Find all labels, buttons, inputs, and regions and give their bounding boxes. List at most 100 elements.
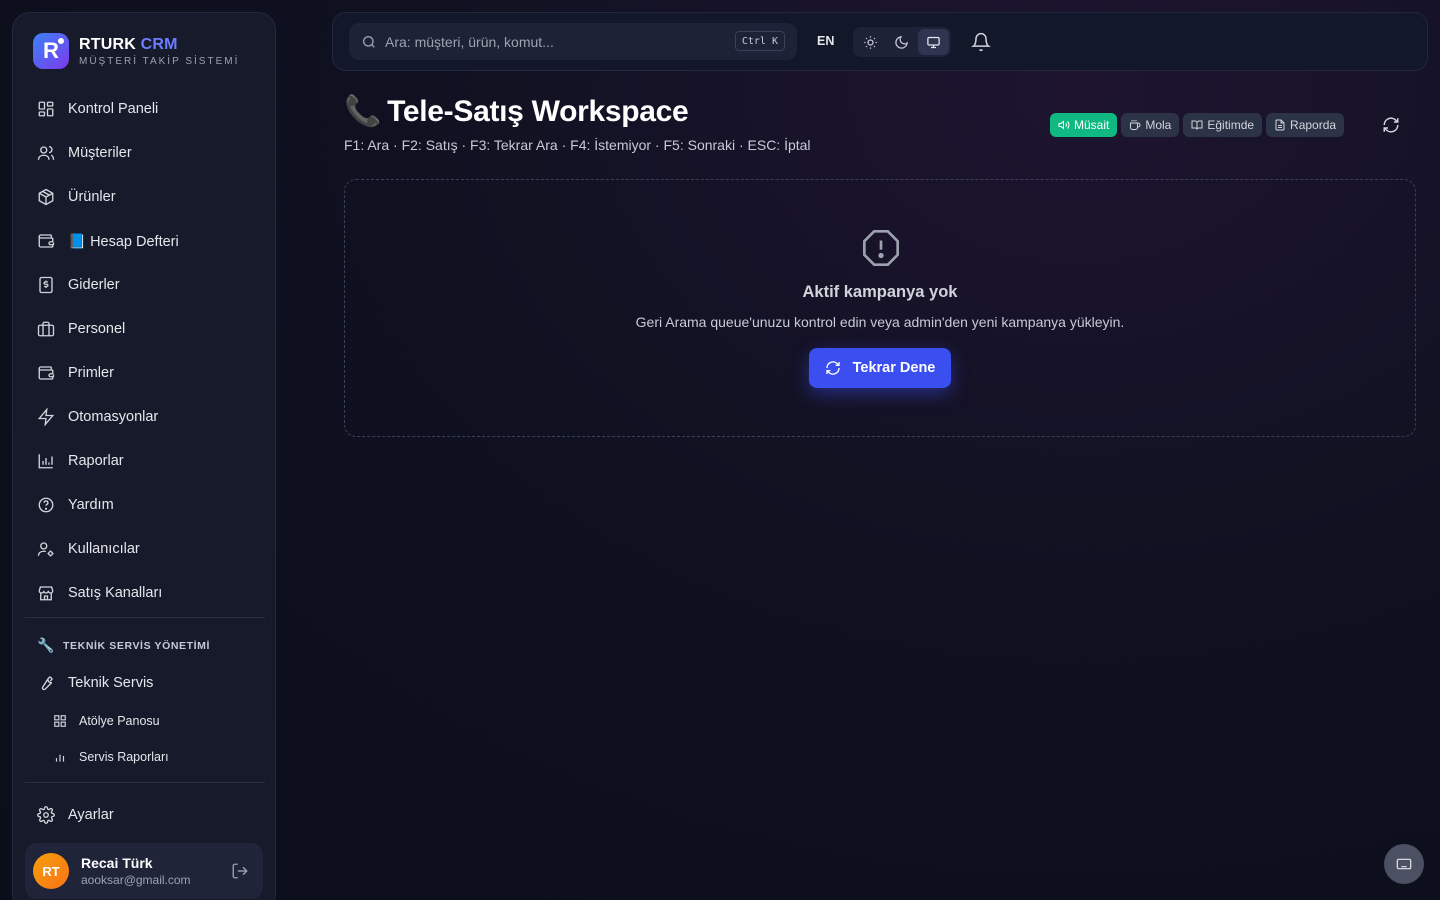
search-icon	[363, 35, 375, 48]
empty-state-title: Aktif kampanya yok	[802, 283, 958, 301]
user-email: aooksar@gmail.com	[81, 873, 191, 887]
brand-name-accent: CRM	[140, 35, 178, 53]
search-box[interactable]: Ctrl K	[349, 23, 797, 60]
sidebar-item-label: Kullanıcılar	[68, 541, 140, 557]
search-shortcut: Ctrl K	[734, 31, 785, 51]
sidebar-item-label: Yardım	[68, 497, 114, 513]
status-raporda-button[interactable]: Raporda	[1266, 113, 1345, 137]
sidebar-item-label: Kontrol Paneli	[68, 101, 159, 117]
sidebar-item-atolye-panosu[interactable]: Atölye Panosu	[25, 703, 265, 739]
sidebar-item-label: Primler	[68, 365, 114, 381]
grid-icon	[54, 715, 66, 727]
status-group: Müsait Mola Eğitimde Raporda	[1050, 113, 1348, 137]
refresh-icon[interactable]	[1382, 116, 1400, 134]
avatar: RT	[33, 853, 69, 889]
sidebar-item-label: Müşteriler	[68, 145, 132, 161]
receipt-icon	[39, 276, 53, 294]
logout-icon[interactable]	[231, 862, 249, 880]
wallet-icon	[38, 366, 55, 380]
theme-dark-button[interactable]	[886, 29, 917, 55]
help-icon	[38, 497, 54, 513]
bell-icon[interactable]	[971, 32, 991, 52]
user-card[interactable]: RT Recai Türk aooksar@gmail.com	[25, 843, 263, 899]
sidebar-divider	[25, 617, 265, 618]
wallet-icon	[38, 234, 55, 248]
status-label: Müsait	[1074, 118, 1110, 132]
retry-button[interactable]: Tekrar Dene	[809, 348, 951, 388]
status-label: Eğitimde	[1207, 118, 1255, 132]
alert-octagon-icon	[863, 230, 899, 266]
bar-chart-icon	[55, 754, 65, 762]
status-label: Raporda	[1290, 118, 1337, 132]
search-input[interactable]	[385, 33, 725, 50]
sidebar-item-urunler[interactable]: Ürünler	[25, 175, 265, 219]
lightning-icon	[37, 408, 55, 426]
brand-name: RTURK CRM	[79, 36, 239, 54]
dashboard-icon	[38, 101, 54, 117]
sidebar-item-kullanicilar[interactable]: Kullanıcılar	[25, 527, 265, 571]
sidebar-item-label: Raporlar	[68, 453, 124, 469]
coffee-icon	[1130, 120, 1141, 130]
brand[interactable]: R RTURK CRM MÜŞTERİ TAKİP SİSTEMİ	[33, 33, 239, 69]
sidebar-item-label: Ürünler	[68, 189, 116, 205]
brand-subtitle: MÜŞTERİ TAKİP SİSTEMİ	[79, 55, 240, 67]
theme-light-button[interactable]	[855, 29, 886, 55]
section-title-text: TEKNİK SERVİS YÖNETİMİ	[63, 639, 211, 652]
store-icon	[38, 586, 54, 601]
sidebar-item-otomasyonlar[interactable]: Otomasyonlar	[25, 395, 265, 439]
sidebar-item-personel[interactable]: Personel	[25, 307, 265, 351]
briefcase-icon	[37, 321, 55, 337]
theme-switcher	[853, 27, 951, 57]
sidebar-item-yardim[interactable]: Yardım	[25, 483, 265, 527]
sidebar-item-label: Satış Kanalları	[68, 585, 163, 601]
empty-state-description: Geri Arama queue'unuzu kontrol edin veya…	[635, 314, 1125, 330]
status-mola-button[interactable]: Mola	[1121, 113, 1180, 137]
moon-icon	[895, 35, 909, 49]
brand-logo: R	[33, 33, 69, 69]
sidebar-item-label: Personel	[68, 321, 126, 337]
brand-logo-letter: R	[43, 38, 59, 63]
keyboard-shortcuts: F1: Ara · F2: Satış · F3: Tekrar Ara · F…	[344, 137, 811, 153]
sidebar-sub-nav: Atölye Panosu Servis Raporları	[25, 703, 265, 775]
user-cog-icon	[37, 542, 54, 557]
monitor-icon	[927, 36, 940, 48]
status-musait-button[interactable]: Müsait	[1050, 113, 1118, 137]
chart-icon	[38, 454, 53, 469]
sidebar-settings: Ayarlar	[25, 793, 265, 837]
sidebar-item-raporlar[interactable]: Raporlar	[25, 439, 265, 483]
users-icon	[37, 145, 55, 160]
retry-button-label: Tekrar Dene	[852, 360, 936, 376]
wrench-icon: 🔧	[37, 637, 56, 653]
user-name: Recai Türk	[81, 855, 153, 871]
topbar: Ctrl K EN	[332, 12, 1428, 71]
brand-name-text: RTURK	[79, 35, 136, 53]
sidebar-item-ayarlar[interactable]: Ayarlar	[25, 793, 265, 837]
theme-system-button[interactable]	[917, 29, 949, 55]
language-toggle[interactable]: EN	[817, 34, 834, 48]
sidebar-item-label: Giderler	[68, 277, 120, 293]
sidebar-item-teknik-servis[interactable]: Teknik Servis	[25, 661, 265, 705]
page-title-text: Tele-Satış Workspace	[387, 94, 689, 128]
sidebar-item-hesap-defteri[interactable]: 📘 Hesap Defteri	[25, 219, 265, 263]
sidebar-divider	[25, 782, 265, 783]
sidebar-item-label: Atölye Panosu	[79, 714, 160, 728]
sidebar-section-nav: Teknik Servis	[25, 661, 265, 705]
status-label: Mola	[1145, 118, 1172, 132]
status-egitimde-button[interactable]: Eğitimde	[1183, 113, 1263, 137]
sidebar-item-label: 📘 Hesap Defteri	[68, 233, 179, 250]
sun-icon	[864, 35, 877, 49]
page-title: 📞 Tele-Satış Workspace	[344, 94, 689, 129]
keyboard-icon	[1396, 858, 1412, 870]
sidebar-item-servis-raporlari[interactable]: Servis Raporları	[25, 739, 265, 775]
sidebar-item-kontrol-paneli[interactable]: Kontrol Paneli	[25, 87, 265, 131]
sidebar-item-giderler[interactable]: Giderler	[25, 263, 265, 307]
sidebar-item-primler[interactable]: Primler	[25, 351, 265, 395]
file-icon	[1275, 119, 1285, 131]
keyboard-shortcuts-button[interactable]	[1384, 844, 1424, 884]
sidebar: R RTURK CRM MÜŞTERİ TAKİP SİSTEMİ Kontro…	[12, 12, 276, 900]
sidebar-item-satis-kanallari[interactable]: Satış Kanalları	[25, 571, 265, 615]
speaker-icon	[1058, 120, 1070, 130]
sidebar-item-musteriler[interactable]: Müşteriler	[25, 131, 265, 175]
package-icon	[38, 188, 54, 206]
wrench-icon	[41, 676, 53, 691]
